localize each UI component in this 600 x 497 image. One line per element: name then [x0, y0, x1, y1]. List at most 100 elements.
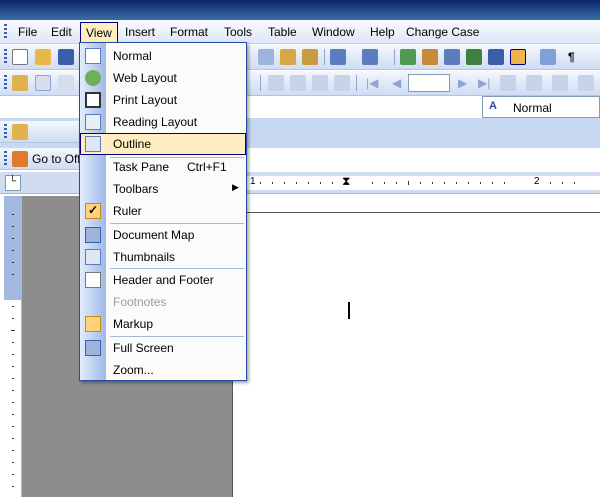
menu-item-label: Zoom...	[113, 363, 154, 377]
reading-layout-icon	[85, 114, 101, 130]
columns-icon[interactable]	[488, 49, 504, 65]
menu-table[interactable]: Table	[268, 25, 297, 39]
view-menu-item-thumbnails[interactable]: Thumbnails	[80, 246, 246, 268]
header-footer-icon	[85, 272, 101, 288]
merge-icon[interactable]	[578, 75, 594, 91]
menu-item-label: Web Layout	[113, 71, 177, 85]
menu-insert[interactable]: Insert	[125, 25, 155, 39]
reviewing-icon[interactable]	[290, 75, 306, 91]
tab-stop-icon: └	[9, 176, 17, 187]
open-folder-icon[interactable]	[35, 49, 51, 65]
menu-window[interactable]: Window	[312, 25, 355, 39]
toolbar-grip[interactable]	[4, 75, 7, 91]
indent-marker-icon[interactable]: ⧗	[342, 174, 350, 189]
hyperlink-icon[interactable]	[400, 49, 416, 65]
view-menu-item-toolbars[interactable]: Toolbars ▶	[80, 178, 246, 200]
full-screen-icon	[85, 340, 101, 356]
vertical-ruler-ticks	[11, 214, 15, 487]
toolbar-separator	[260, 75, 261, 91]
view-menu-item-outline[interactable]: Outline	[80, 133, 246, 155]
reviewing-icon[interactable]	[334, 75, 350, 91]
insert-table-icon[interactable]	[444, 49, 460, 65]
drawing-icon[interactable]	[510, 49, 526, 65]
paste-icon[interactable]	[280, 49, 296, 65]
first-record-icon[interactable]: |◀	[366, 76, 378, 90]
reviewing-icon[interactable]	[312, 75, 328, 91]
menu-item-shortcut: Ctrl+F1	[187, 160, 227, 174]
toolbar-grip[interactable]	[4, 124, 7, 140]
merge-icon[interactable]	[526, 75, 542, 91]
reviewing-icon[interactable]	[268, 75, 284, 91]
view-menu-item-document-map[interactable]: Document Map	[80, 224, 246, 246]
toolbar-grip[interactable]	[4, 151, 7, 167]
format-painter-icon[interactable]	[302, 49, 318, 65]
style-icon: A	[489, 100, 497, 112]
view-menu-item-web-layout[interactable]: Web Layout	[80, 67, 246, 89]
view-menu-item-footnotes: Footnotes	[80, 291, 246, 313]
ruler-number: 2	[534, 176, 540, 187]
document-page[interactable]	[232, 212, 600, 497]
document-map-toolbar-icon[interactable]	[540, 49, 556, 65]
go-to-office-label[interactable]: Go to Off	[32, 152, 80, 166]
merge-icon[interactable]	[552, 75, 568, 91]
view-menu-item-header-footer[interactable]: Header and Footer	[80, 269, 246, 291]
last-record-icon[interactable]: ▶|	[478, 76, 490, 90]
normal-view-icon	[85, 48, 101, 64]
merge-icon[interactable]	[500, 75, 516, 91]
menu-tools[interactable]: Tools	[224, 25, 252, 39]
save-icon[interactable]	[58, 49, 74, 65]
ruler-text-area[interactable]: 1 2 ⧗	[230, 174, 600, 190]
tab-selector[interactable]: └	[5, 175, 21, 191]
menu-format[interactable]: Format	[170, 25, 208, 39]
record-number-input[interactable]	[408, 74, 450, 92]
copy-icon[interactable]	[258, 49, 274, 65]
view-menu-item-task-pane[interactable]: Task Pane Ctrl+F1	[80, 156, 246, 178]
view-menu-item-full-screen[interactable]: Full Screen	[80, 337, 246, 359]
view-menu-item-reading-layout[interactable]: Reading Layout	[80, 111, 246, 133]
submenu-arrow-icon: ▶	[232, 182, 239, 192]
menu-item-label: Full Screen	[113, 341, 174, 355]
tables-borders-icon[interactable]	[422, 49, 438, 65]
ruler-number: 1	[250, 176, 256, 187]
toolbar-separator	[394, 49, 395, 65]
undo-icon[interactable]	[330, 49, 346, 65]
show-hide-icon[interactable]: ¶	[568, 50, 575, 64]
view-menu-item-ruler[interactable]: ✓ Ruler	[80, 200, 246, 222]
view-menu-item-print-layout[interactable]: Print Layout	[80, 89, 246, 111]
window-title-bar	[0, 0, 600, 20]
style-dropdown[interactable]: A Normal	[482, 96, 600, 118]
view-menu-item-zoom[interactable]: Zoom...	[80, 359, 246, 381]
toolbar-separator	[324, 49, 325, 65]
menu-item-label: Task Pane	[113, 160, 170, 174]
new-document-icon[interactable]	[12, 49, 28, 65]
menu-change-case[interactable]: Change Case	[406, 25, 479, 39]
menu-item-label: Footnotes	[113, 295, 167, 309]
view-menu-item-normal[interactable]: Normal	[80, 45, 246, 67]
insert-excel-icon[interactable]	[466, 49, 482, 65]
menu-item-label: Header and Footer	[113, 273, 214, 287]
toolbar-tool-icon[interactable]	[12, 124, 28, 140]
frame-icon[interactable]	[35, 75, 51, 91]
previous-record-icon[interactable]: ◀	[392, 76, 401, 90]
view-menu-item-markup[interactable]: Markup	[80, 313, 246, 335]
view-menu-dropdown: Normal Web Layout Print Layout Reading L…	[79, 42, 247, 381]
menu-file[interactable]: File	[18, 25, 37, 39]
office-icon[interactable]	[12, 151, 28, 167]
menu-item-label: Document Map	[113, 228, 195, 242]
go-to-toolbar: Go to Off	[0, 148, 80, 170]
print-layout-icon	[85, 92, 101, 108]
menu-edit[interactable]: Edit	[51, 25, 72, 39]
edit-icon[interactable]	[58, 75, 74, 91]
menu-item-label: Reading Layout	[113, 115, 198, 129]
text-cursor	[348, 302, 350, 319]
menu-help[interactable]: Help	[370, 25, 395, 39]
redo-icon[interactable]	[362, 49, 378, 65]
styles-formatting-icon[interactable]	[12, 75, 28, 91]
menu-item-label: Thumbnails	[113, 250, 176, 264]
menubar-grip[interactable]	[4, 24, 7, 40]
checkmark-icon: ✓	[85, 203, 101, 219]
menu-view[interactable]: View	[80, 22, 118, 43]
next-record-icon[interactable]: ▶	[458, 76, 467, 90]
menu-item-label: Ruler	[113, 204, 142, 218]
toolbar-grip[interactable]	[4, 49, 7, 65]
